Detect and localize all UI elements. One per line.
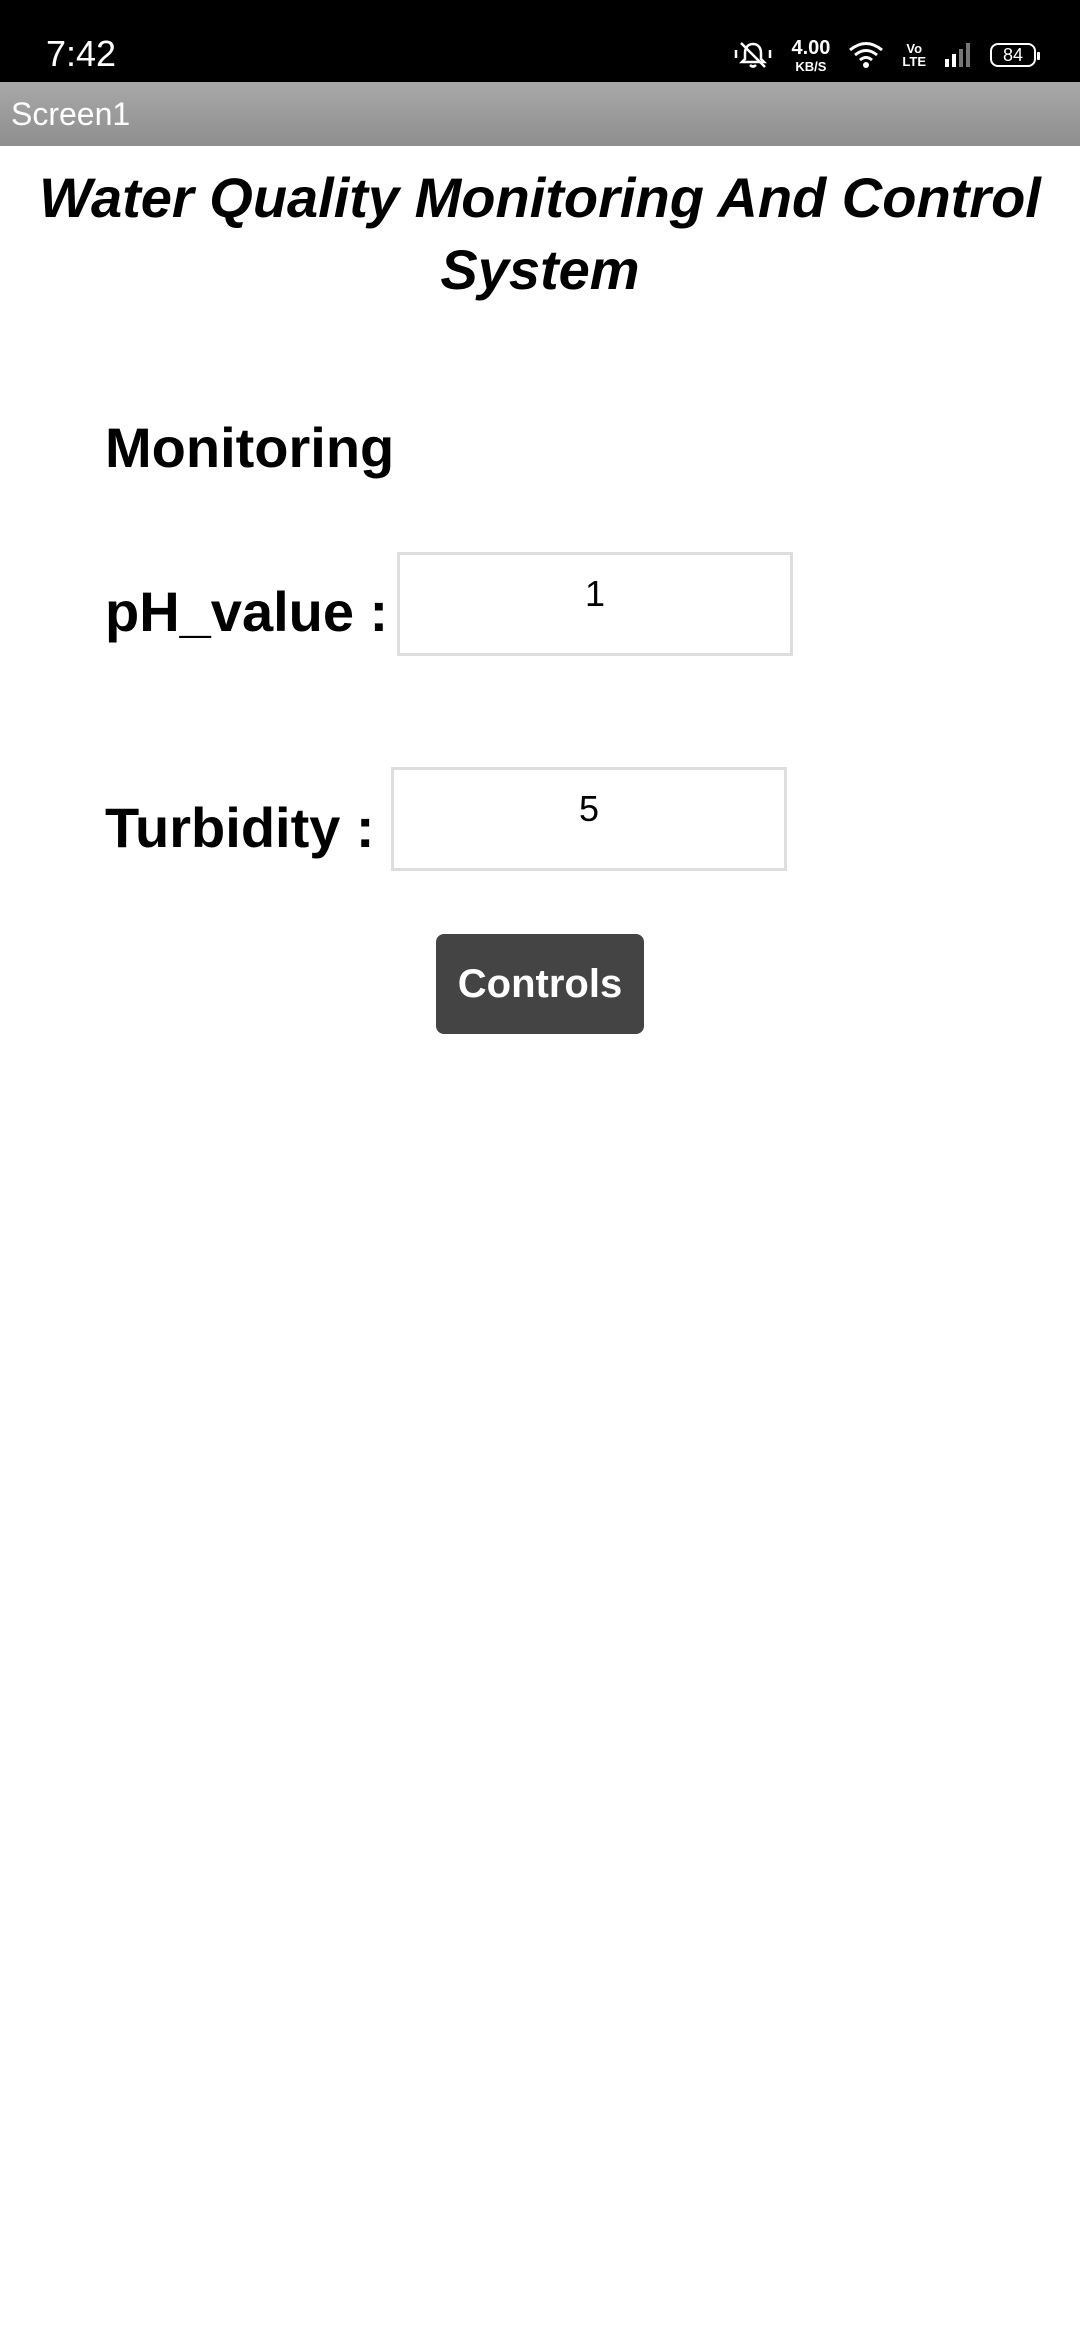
ph-value-field[interactable]: 1 bbox=[397, 552, 793, 656]
signal-icon bbox=[944, 41, 972, 69]
network-speed-unit: KB/S bbox=[795, 58, 827, 74]
status-bar: 7:42 4.00 KB/S Vo LTE 84 bbox=[0, 0, 1080, 82]
mute-vibrate-icon bbox=[733, 39, 773, 71]
battery-icon: 84 bbox=[990, 43, 1040, 67]
ph-value-label: pH_value : bbox=[105, 580, 389, 643]
volte-bottom: LTE bbox=[902, 54, 926, 69]
turbidity-field[interactable]: 5 bbox=[391, 767, 787, 871]
app-title-bar: Screen1 bbox=[0, 82, 1080, 146]
page-title: Water Quality Monitoring And Control Sys… bbox=[39, 166, 1041, 301]
wifi-icon bbox=[848, 40, 884, 70]
turbidity-label: Turbidity : bbox=[105, 796, 375, 859]
status-icons: 4.00 KB/S Vo LTE 84 bbox=[733, 30, 1040, 80]
network-speed-value: 4.00 bbox=[791, 36, 831, 59]
status-time: 7:42 bbox=[46, 33, 117, 74]
app-title: Screen1 bbox=[11, 96, 131, 132]
controls-button[interactable]: Controls bbox=[436, 934, 644, 1034]
volte-indicator: Vo LTE bbox=[902, 42, 926, 68]
network-speed: 4.00 KB/S bbox=[791, 38, 830, 73]
section-heading: Monitoring bbox=[105, 416, 395, 479]
